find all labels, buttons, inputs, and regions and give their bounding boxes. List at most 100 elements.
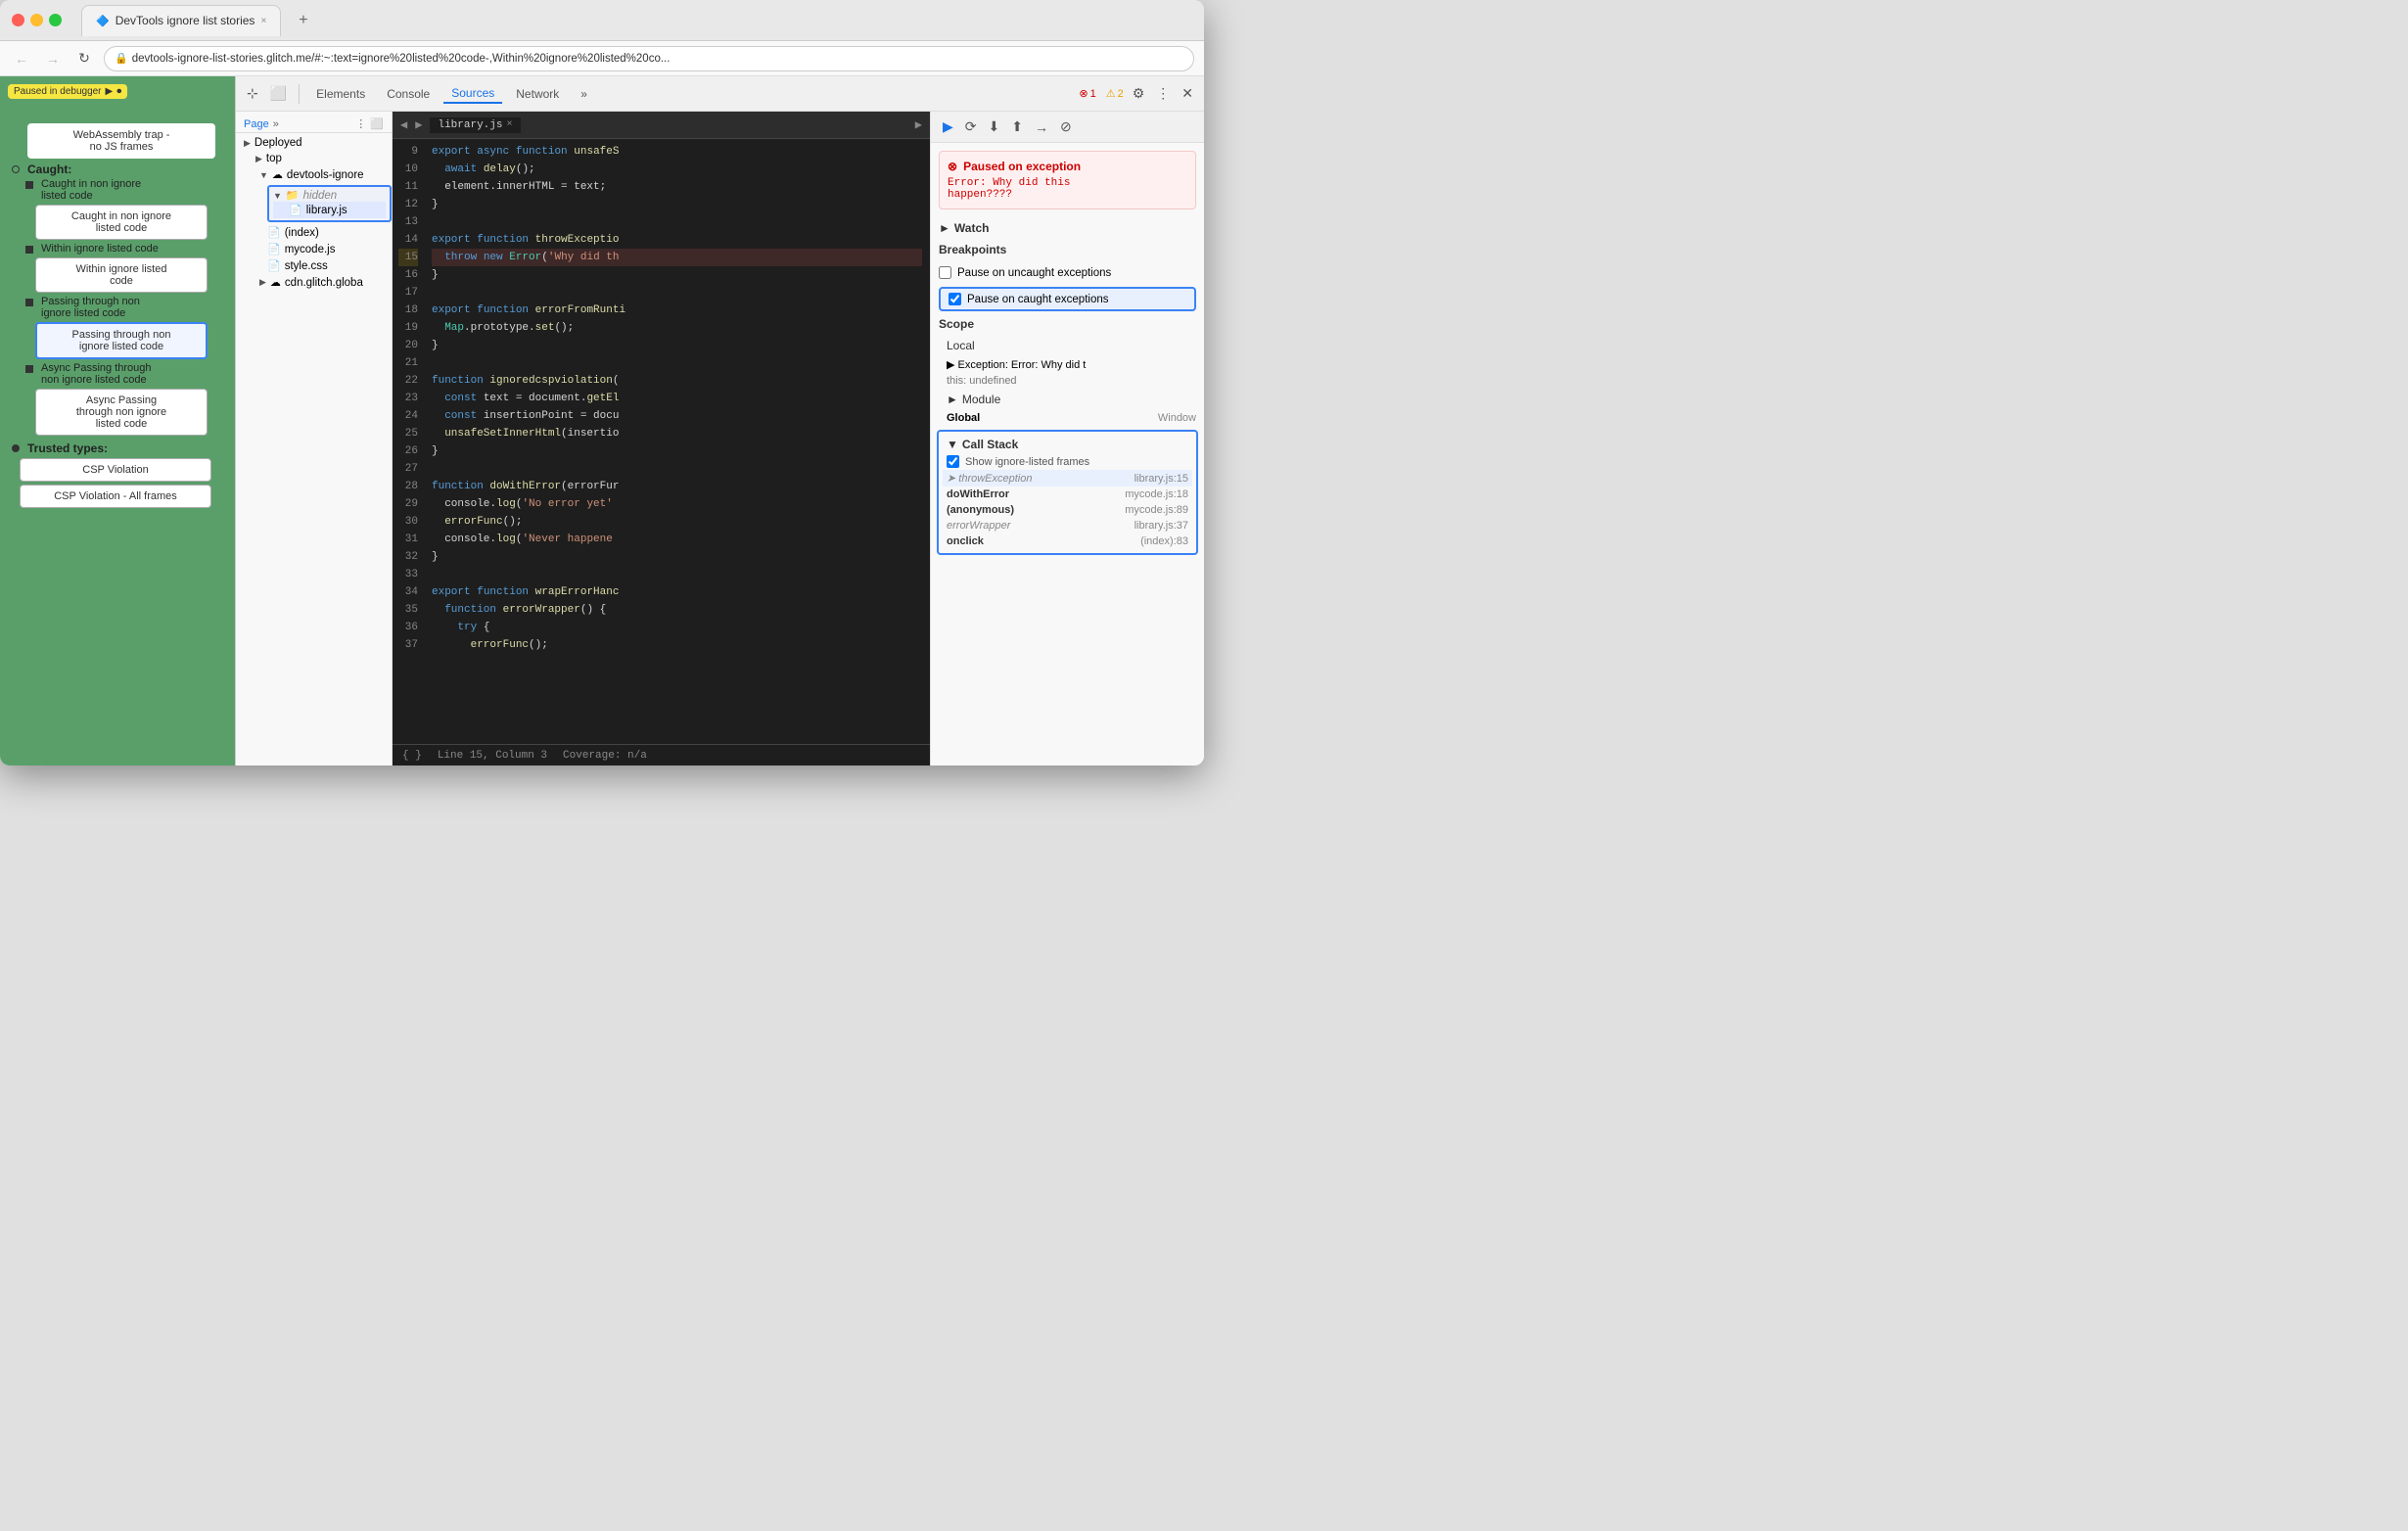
code-status-bar: { } Line 15, Column 3 Coverage: n/a: [393, 744, 930, 766]
tab-sources[interactable]: Sources: [443, 84, 502, 104]
ft-library-label: library.js: [306, 205, 347, 216]
step-out-btn[interactable]: ⬆: [1007, 116, 1027, 137]
breakpoints-section-header[interactable]: Breakpoints: [931, 239, 1204, 260]
file-nav-more[interactable]: »: [273, 118, 279, 130]
back-button[interactable]: ←: [10, 47, 33, 70]
js-file-icon-2: 📄: [267, 243, 281, 255]
reload-button[interactable]: ↻: [72, 47, 96, 70]
minimize-button[interactable]: [30, 14, 43, 26]
pause-uncaught-checkbox[interactable]: [939, 266, 951, 279]
code-line-14: export function throwExceptio: [432, 231, 922, 249]
device-icon[interactable]: ⬜: [267, 82, 290, 105]
editor-nav-left[interactable]: ◀: [400, 117, 407, 132]
within-ignore-button[interactable]: Within ignore listedcode: [35, 257, 208, 293]
ft-top[interactable]: ▶ top: [236, 151, 392, 166]
forward-button[interactable]: →: [41, 47, 65, 70]
ft-cdn[interactable]: ▶ ☁ cdn.glitch.globa: [236, 274, 392, 291]
file-nav-menu[interactable]: ⋮: [355, 117, 366, 130]
tab-close-icon[interactable]: ×: [260, 16, 266, 26]
ft-mycode[interactable]: 📄 mycode.js: [236, 241, 392, 257]
pause-uncaught-label: Pause on uncaught exceptions: [957, 267, 1111, 279]
browser-tab[interactable]: 🔷 DevTools ignore list stories ×: [81, 5, 281, 36]
local-section-header[interactable]: Local: [931, 335, 1204, 356]
ft-style[interactable]: 📄 style.css: [236, 257, 392, 274]
show-ignore-item: Show ignore-listed frames: [943, 453, 1192, 470]
caught-non-ignore-button[interactable]: Caught in non ignorelisted code: [35, 205, 208, 240]
call-stack-header[interactable]: ▼ Call Stack: [943, 436, 1192, 453]
tab-console[interactable]: Console: [379, 85, 438, 103]
tab-more[interactable]: »: [573, 85, 595, 103]
tab-elements[interactable]: Elements: [308, 85, 373, 103]
code-line-15: throw new Error('Why did th: [432, 249, 922, 266]
csp-violation-all-button[interactable]: CSP Violation - All frames: [20, 485, 211, 508]
code-line-9: export async function unsafeS: [432, 143, 922, 161]
debugger-toolbar: ▶ ⟳ ⬇ ⬆ → ⊘: [931, 112, 1204, 143]
editor-nav-right[interactable]: ▶: [415, 117, 422, 132]
frame-dowwitherror[interactable]: doWithError mycode.js:18: [943, 487, 1192, 502]
async-passing-button[interactable]: Async Passingthrough non ignorelisted co…: [35, 389, 208, 436]
ft-deployed-label: Deployed: [255, 137, 302, 149]
inspect-icon[interactable]: ⊹: [244, 82, 261, 105]
frame-errorwrapper[interactable]: errorWrapper library.js:37: [943, 518, 1192, 534]
cloud-icon-2: ☁: [270, 276, 281, 289]
tab-network[interactable]: Network: [508, 85, 567, 103]
file-sidebar-toggle[interactable]: ⬜: [370, 117, 384, 130]
url-bar[interactable]: 🔒 devtools-ignore-list-stories.glitch.me…: [104, 46, 1194, 71]
global-section-header[interactable]: Global Window: [931, 410, 1204, 426]
breakpoints-label: Breakpoints: [939, 243, 1006, 256]
ft-hidden-folder[interactable]: ▼ 📁 hidden: [273, 189, 386, 202]
ft-devtools-ignore[interactable]: ▼ ☁ devtools-ignore: [236, 166, 392, 183]
story-bullet-1: [25, 181, 33, 189]
coverage: Coverage: n/a: [563, 750, 647, 762]
step-over-btn[interactable]: ⟳: [961, 116, 981, 137]
close-button[interactable]: [12, 14, 24, 26]
ft-deployed[interactable]: ▶ Deployed: [236, 135, 392, 151]
code-line-13: [432, 213, 922, 231]
frame-anonymous[interactable]: (anonymous) mycode.js:89: [943, 502, 1192, 518]
ft-hidden-highlighted: ▼ 📁 hidden 📄 library.js: [267, 185, 392, 222]
error-badge[interactable]: ⊗ 1: [1079, 87, 1095, 100]
caught-label: Caught:: [27, 162, 71, 176]
code-line-37: errorFunc();: [432, 636, 922, 654]
scope-section-header[interactable]: Scope: [931, 313, 1204, 335]
sources-panel: Page » ⋮ ⬜ ▶ Deployed ▶ top: [236, 112, 1204, 766]
collapse-arrow: ▼: [947, 438, 958, 451]
frame-throwexception[interactable]: ➤ throwException library.js:15: [943, 470, 1192, 487]
settings-icon[interactable]: ⚙: [1130, 82, 1148, 105]
step-into-btn[interactable]: ⬇: [985, 116, 1004, 137]
csp-violation-button[interactable]: CSP Violation: [20, 458, 211, 482]
resume-btn[interactable]: ▶: [939, 116, 957, 137]
deactivate-btn[interactable]: ⊘: [1056, 116, 1076, 137]
close-devtools-icon[interactable]: ✕: [1179, 82, 1196, 105]
devtools-panel: ⊹ ⬜ Elements Console Sources Network » ⊗…: [235, 76, 1204, 766]
code-line-28: function doWithError(errorFur: [432, 478, 922, 495]
ft-devtools-label: devtools-ignore: [287, 169, 364, 181]
frame-loc-4: library.js:37: [1135, 520, 1188, 532]
code-line-27: [432, 460, 922, 478]
code-line-35: function errorWrapper() {: [432, 601, 922, 619]
code-editor-header: ◀ ▶ library.js × ▶: [393, 112, 930, 139]
webassembly-text: WebAssembly trap -no JS frames: [73, 129, 170, 153]
ft-library-js[interactable]: 📄 library.js: [273, 202, 386, 218]
watch-section-header[interactable]: Watch: [931, 217, 1204, 239]
ft-index[interactable]: 📄 (index): [236, 224, 392, 241]
pause-caught-checkbox[interactable]: [949, 293, 961, 305]
code-editor: ◀ ▶ library.js × ▶ 910111213 14151617: [393, 112, 930, 766]
frame-onclick[interactable]: onclick (index):83: [943, 534, 1192, 549]
more-icon[interactable]: ⋮: [1153, 82, 1173, 105]
library-file-tab[interactable]: library.js ×: [430, 117, 520, 133]
step-btn[interactable]: →: [1031, 117, 1052, 137]
tab-title: DevTools ignore list stories: [116, 14, 255, 27]
lock-icon: 🔒: [115, 52, 128, 65]
editor-format-icon[interactable]: ▶: [915, 117, 922, 132]
code-line-20: }: [432, 337, 922, 354]
maximize-button[interactable]: [49, 14, 62, 26]
passing-through-button[interactable]: Passing through nonignore listed code: [35, 322, 208, 359]
frame-fn-4: errorWrapper: [947, 520, 1010, 532]
warning-badge[interactable]: ⚠ 2: [1106, 87, 1124, 100]
new-tab-button[interactable]: +: [289, 12, 317, 29]
module-section-header[interactable]: Module: [931, 389, 1204, 410]
page-label[interactable]: Page: [244, 118, 269, 130]
show-ignore-checkbox[interactable]: [947, 455, 959, 468]
file-tab-close[interactable]: ×: [506, 119, 512, 130]
